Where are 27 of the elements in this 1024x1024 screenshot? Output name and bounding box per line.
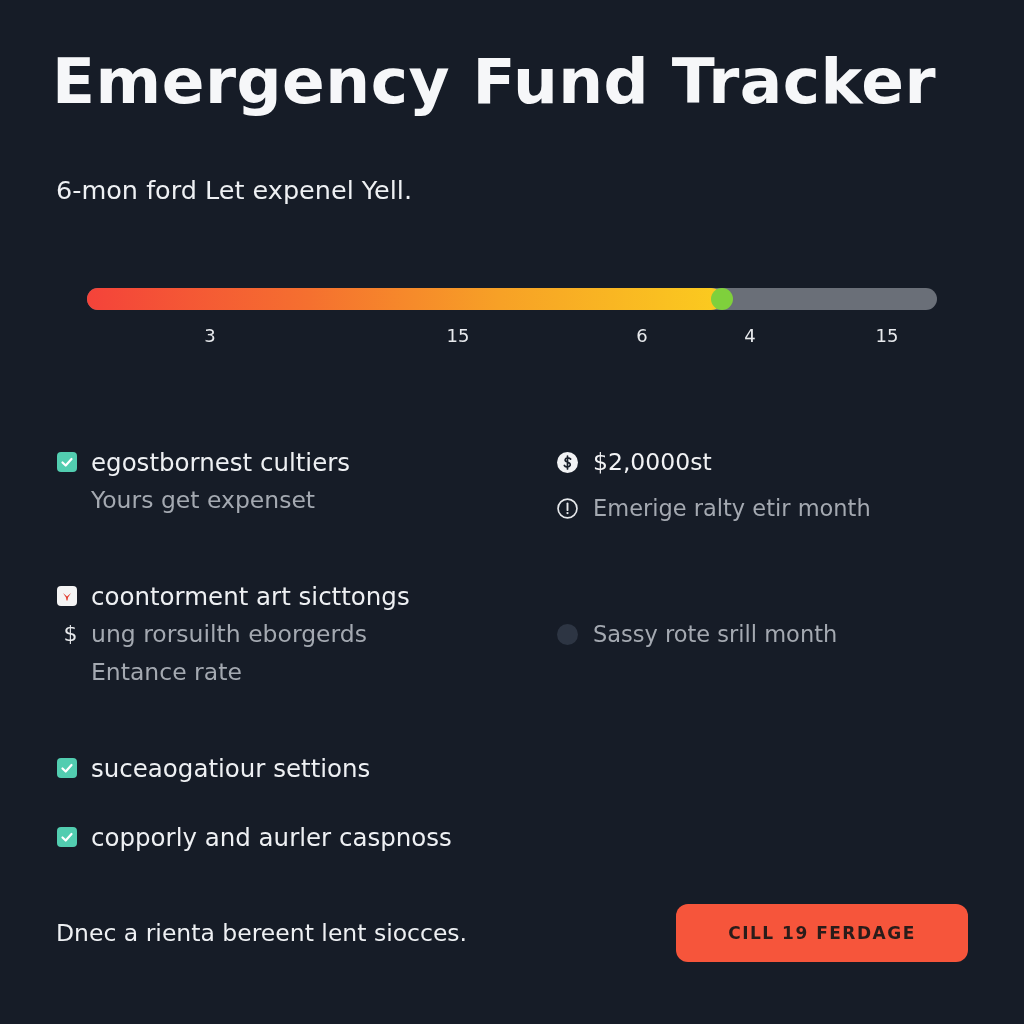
checklist-detail: Yours get expenset xyxy=(91,486,316,514)
checklist-label: coontorment art sicttongs xyxy=(91,581,410,611)
exclamation-circle-icon xyxy=(557,497,578,519)
tick-label: 4 xyxy=(744,325,756,347)
tick-label: 15 xyxy=(446,325,470,347)
summary-text: Emerige ralty etir month xyxy=(593,495,871,521)
action-button[interactable]: CILL 19 FERDAGE xyxy=(676,904,968,962)
page-title: Emergency Fund Tracker xyxy=(52,44,937,120)
summary-text: Sassy rote srill month xyxy=(593,621,838,647)
checkbox[interactable] xyxy=(57,452,77,472)
checkbox[interactable] xyxy=(57,758,77,778)
checklist-label: copporly and aurler caspnoss xyxy=(91,822,452,852)
fund-amount: $2,0000st xyxy=(593,448,712,476)
checklist-label: suceaogatiour settions xyxy=(91,753,371,783)
footer-message: Dnec a rienta bereent lent siocces. xyxy=(56,919,468,947)
status-dot xyxy=(557,623,578,645)
checklist-detail: ung rorsuilth eborgerds xyxy=(91,620,367,648)
checklist-label: egostbornest cultiers xyxy=(91,447,351,477)
tick-label: 15 xyxy=(875,325,899,347)
tick-label: 6 xyxy=(636,325,648,347)
dollar-coin-icon xyxy=(557,451,578,473)
checkbox[interactable] xyxy=(57,827,77,847)
dollar-symbol: $ xyxy=(63,621,78,647)
subtitle: 6-mon ford Let expenel Yell. xyxy=(56,175,412,205)
checklist-detail: Entance rate xyxy=(91,658,242,686)
flagged-checkbox[interactable] xyxy=(57,586,77,606)
tick-label: 3 xyxy=(204,325,216,347)
